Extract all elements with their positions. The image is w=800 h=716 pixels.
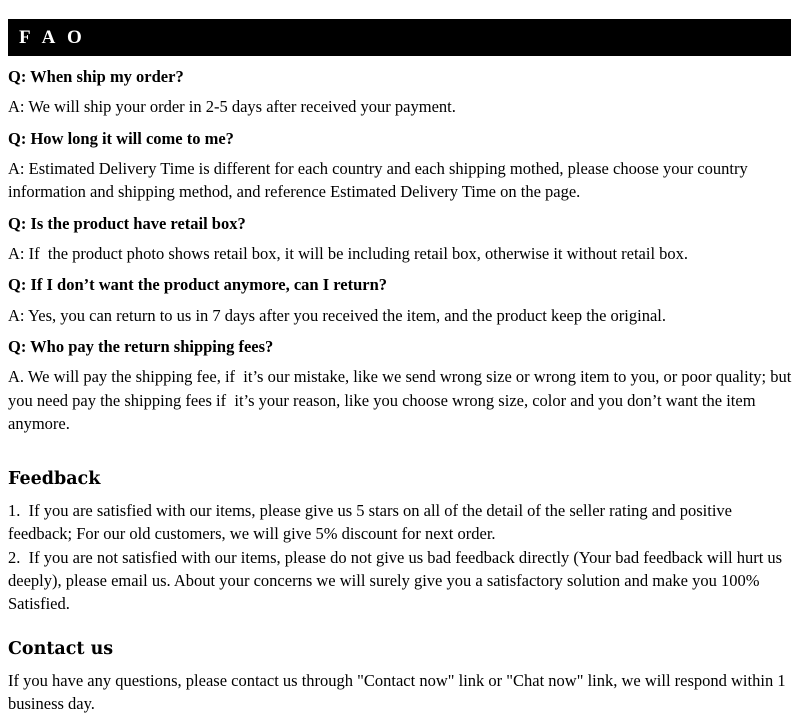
faq-answer: A: We will ship your order in 2-5 days a… [8, 97, 456, 117]
faq-answer: A: Estimated Delivery Time is different … [8, 158, 752, 202]
faq-banner: F A O [8, 19, 791, 56]
faq-content: Q: When ship my order? A: We will ship y… [8, 66, 792, 716]
faq-answer: A. We will pay the shipping fee, if it’s… [8, 367, 796, 434]
faq-question: Q: If I don’t want the product anymore, … [8, 275, 388, 295]
feedback-point-one: 1. If you are satisfied with our items, … [8, 500, 737, 544]
feedback-heading: Feedback [8, 468, 101, 489]
faq-answer: A: Yes, you can return to us in 7 days a… [8, 305, 666, 325]
feedback-section: Feedback 1. If you are satisfied with ou… [8, 469, 792, 616]
faq-page: F A O Q: When ship my order? A: We will … [0, 0, 800, 713]
faq-question: Q: How long it will come to me? [8, 128, 234, 148]
faq-question: Q: Is the product have retail box? [8, 213, 246, 233]
contact-section: Contact us If you have any questions, pl… [8, 639, 792, 716]
feedback-point-two: 2. If you are not satisfied with our ite… [8, 547, 787, 614]
faq-question: Q: Who pay the return shipping fees? [8, 337, 274, 357]
contact-body: If you have any questions, please contac… [8, 670, 790, 714]
faq-banner-title: F A O [19, 27, 86, 48]
faq-question: Q: When ship my order? [8, 67, 184, 86]
faq-item: Q: How long it will come to me? A: Estim… [8, 128, 792, 204]
contact-heading: Contact us [8, 638, 114, 659]
faq-answer: A: If the product photo shows retail box… [8, 244, 689, 264]
faq-item: Q: Is the product have retail box? A: If… [8, 213, 792, 266]
faq-item: Q: When ship my order? A: We will ship y… [8, 66, 792, 119]
faq-item: Q: If I don’t want the product anymore, … [8, 274, 792, 327]
faq-item: Q: Who pay the return shipping fees? A. … [8, 336, 792, 436]
